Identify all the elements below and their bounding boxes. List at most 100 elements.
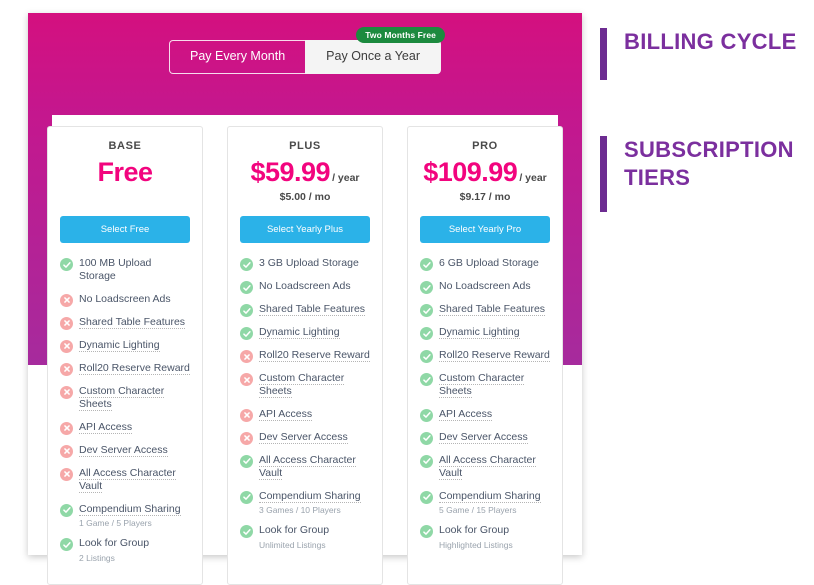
feature-row: All Access Character Vault xyxy=(60,466,190,494)
feature-label[interactable]: Custom Character Sheets xyxy=(79,384,165,412)
check-icon xyxy=(420,454,433,468)
feature-row: Compendium Sharing 5 Game / 15 Players xyxy=(420,489,550,515)
tier-price: Free xyxy=(97,157,153,187)
feature-label-wrap: Compendium Sharing xyxy=(79,502,181,516)
cross-icon xyxy=(60,316,73,330)
feature-label-wrap: 6 GB Upload Storage xyxy=(439,257,539,270)
toggle-pay-every-month[interactable]: Pay Every Month xyxy=(168,40,306,74)
feature-label-wrap: All Access Character Vault xyxy=(439,453,550,481)
check-icon xyxy=(420,281,433,294)
annotation-billing-cycle: BILLING CYCLE xyxy=(600,28,797,80)
feature-label[interactable]: Shared Table Features xyxy=(259,303,366,316)
feature-label[interactable]: Dynamic Lighting xyxy=(439,326,520,339)
feature-label[interactable]: Compendium Sharing xyxy=(439,489,541,503)
feature-sublabel: 3 Games / 10 Players xyxy=(259,505,341,516)
feature-row: Look for Group 2 Listings xyxy=(60,537,190,563)
feature-label[interactable]: Roll20 Reserve Reward xyxy=(439,349,550,362)
select-tier-button[interactable]: Select Free xyxy=(60,216,190,243)
feature-label[interactable]: Compendium Sharing xyxy=(259,489,361,503)
feature-label-wrap: Roll20 Reserve Reward xyxy=(439,349,550,362)
cross-icon xyxy=(240,431,253,445)
feature-label-wrap: API Access xyxy=(259,407,313,421)
feature-row: API Access xyxy=(240,407,370,422)
check-icon xyxy=(60,538,73,552)
feature-label-wrap: Shared Table Features xyxy=(79,315,186,329)
check-icon xyxy=(240,258,253,271)
feature-label[interactable]: Dynamic Lighting xyxy=(259,326,340,339)
feature-label[interactable]: Custom Character Sheets xyxy=(259,372,345,399)
feature-list: 3 GB Upload Storage No Loadscreen Ads Shar… xyxy=(240,257,370,550)
feature-label-wrap: No Loadscreen Ads xyxy=(259,280,351,293)
feature-label: No Loadscreen Ads xyxy=(259,280,351,292)
feature-row: API Access xyxy=(420,407,550,422)
feature-label[interactable]: Dynamic Lighting xyxy=(79,338,160,352)
feature-label: No Loadscreen Ads xyxy=(79,292,171,305)
feature-label[interactable]: All Access Character Vault xyxy=(439,453,536,481)
feature-label[interactable]: Shared Table Features xyxy=(439,303,546,316)
tier-price-row: $109.99/ year xyxy=(420,157,550,188)
feature-label: 100 MB Upload Storage xyxy=(79,257,152,283)
feature-label-wrap: No Loadscreen Ads xyxy=(439,280,531,293)
feature-label[interactable]: Dev Server Access xyxy=(439,430,528,444)
feature-label[interactable]: Roll20 Reserve Reward xyxy=(259,349,370,362)
check-icon xyxy=(420,525,433,539)
tier-card-row: BASE Free Select Free 100 MB Upload Storage… xyxy=(28,126,582,585)
feature-label[interactable]: Dev Server Access xyxy=(79,443,168,457)
feature-label: Look for Group xyxy=(439,524,510,537)
tier-price-monthly: $5.00 / mo xyxy=(279,191,331,203)
tier-price-monthly: $9.17 / mo xyxy=(459,191,511,203)
tier-name: PRO xyxy=(472,140,498,152)
feature-label[interactable]: All Access Character Vault xyxy=(259,453,356,481)
feature-label-wrap: All Access Character Vault xyxy=(259,453,370,481)
annotation-bar xyxy=(600,28,607,80)
feature-label[interactable]: API Access xyxy=(439,407,493,421)
feature-label[interactable]: Dev Server Access xyxy=(259,430,348,444)
billing-cycle-toggle[interactable]: Pay Every Month Pay Once a Year Two Mont… xyxy=(168,27,446,74)
feature-row: Roll20 Reserve Reward xyxy=(240,349,370,363)
feature-label-wrap: Dev Server Access xyxy=(79,443,168,457)
feature-label[interactable]: Roll20 Reserve Reward xyxy=(79,361,190,375)
check-icon xyxy=(60,258,73,271)
tier-price: $109.99 xyxy=(423,157,518,187)
two-months-free-badge: Two Months Free xyxy=(356,27,446,43)
check-icon xyxy=(420,258,433,271)
feature-label-wrap: All Access Character Vault xyxy=(79,466,190,494)
feature-label-wrap: Look for Group xyxy=(79,537,149,550)
tier-card: PLUS $59.99/ year $5.00 / mo Select Yearly … xyxy=(227,126,383,585)
feature-row: Custom Character Sheets xyxy=(60,384,190,412)
toggle-pay-once-a-year[interactable]: Pay Once a Year xyxy=(305,40,442,74)
feature-sublabel: Highlighted Listings xyxy=(439,539,513,550)
tier-price-monthly xyxy=(60,191,190,204)
feature-row: No Loadscreen Ads xyxy=(60,293,190,307)
feature-row: No Loadscreen Ads xyxy=(420,280,550,294)
check-icon xyxy=(60,503,73,517)
select-tier-button[interactable]: Select Yearly Pro xyxy=(420,216,550,243)
tier-price-row: $59.99/ year xyxy=(240,157,370,188)
feature-row: Dynamic Lighting xyxy=(240,326,370,340)
select-tier-button[interactable]: Select Yearly Plus xyxy=(240,216,370,243)
feature-row: Dev Server Access xyxy=(60,443,190,458)
feature-label[interactable]: All Access Character Vault xyxy=(79,466,176,494)
feature-label[interactable]: API Access xyxy=(79,420,133,434)
check-icon xyxy=(420,304,433,317)
check-icon xyxy=(420,327,433,340)
feature-label-wrap: Dev Server Access xyxy=(259,430,348,444)
feature-row: 100 MB Upload Storage xyxy=(60,257,190,284)
feature-row: Look for Group Unlimited Listings xyxy=(240,524,370,550)
feature-label[interactable]: API Access xyxy=(259,407,313,421)
feature-label[interactable]: Custom Character Sheets xyxy=(439,372,525,399)
feature-label-wrap: Compendium Sharing xyxy=(439,489,541,503)
feature-label-wrap: 100 MB Upload Storage xyxy=(79,257,190,284)
feature-label[interactable]: Shared Table Features xyxy=(79,315,186,329)
feature-label-wrap: Dynamic Lighting xyxy=(439,326,520,339)
feature-row: Compendium Sharing 1 Game / 5 Players xyxy=(60,502,190,528)
feature-label: 3 GB Upload Storage xyxy=(259,257,359,269)
feature-label: No Loadscreen Ads xyxy=(439,280,531,292)
cross-icon xyxy=(240,408,253,422)
feature-label-wrap: Dynamic Lighting xyxy=(259,326,340,339)
tier-price: $59.99 xyxy=(250,157,331,187)
feature-label-wrap: API Access xyxy=(439,407,493,421)
feature-label[interactable]: Compendium Sharing xyxy=(79,502,181,516)
feature-row: Dev Server Access xyxy=(240,430,370,445)
tier-price-period: / year xyxy=(519,172,547,184)
